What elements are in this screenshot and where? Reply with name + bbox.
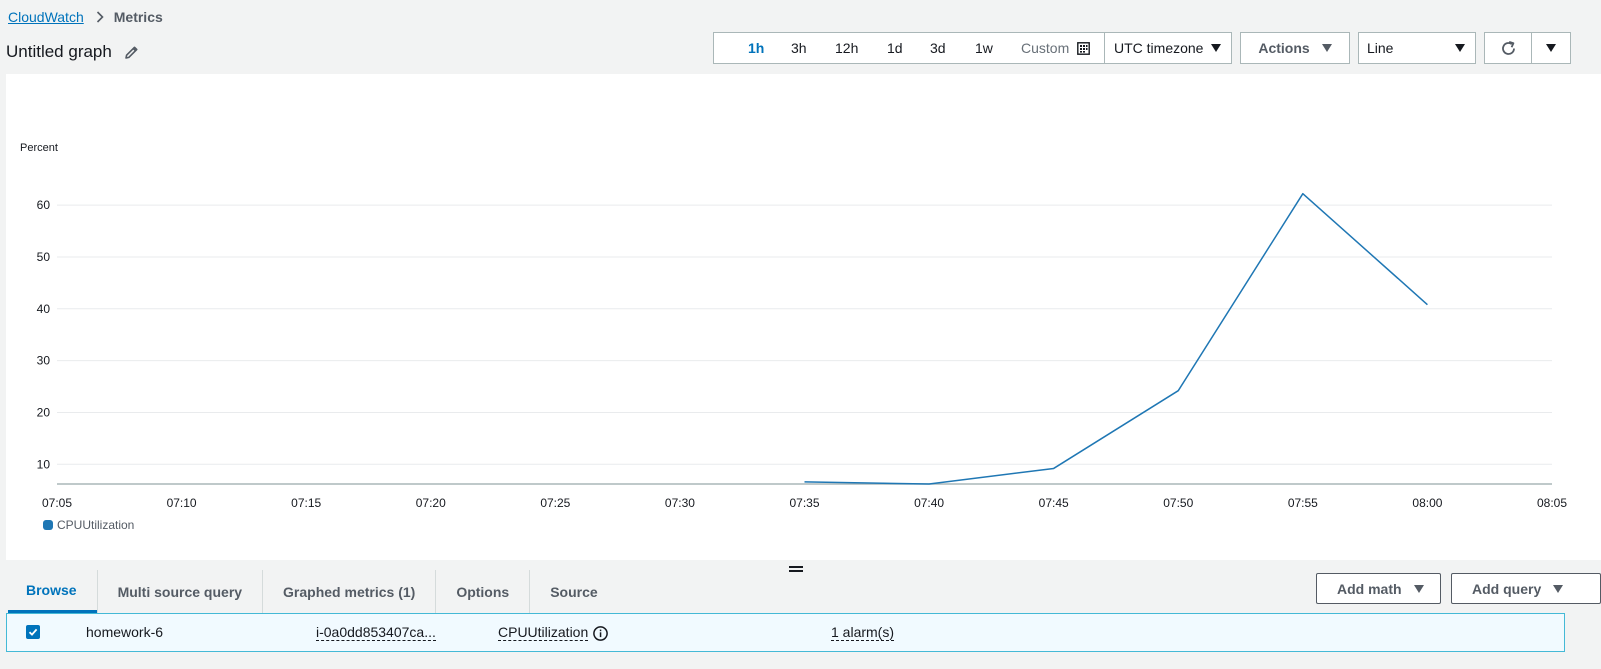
range-1h[interactable]: 1h	[748, 33, 764, 63]
metric-instance-id[interactable]: i-0a0dd853407ca...	[316, 614, 436, 651]
actions-label: Actions	[1258, 40, 1310, 56]
tab-source[interactable]: Source	[529, 570, 617, 613]
line-chart: Percent 10 20 30 40 50 60 07:05 07:10 07:15 07:20 0…	[20, 142, 1567, 510]
caret-down-icon	[1413, 584, 1424, 593]
data-point	[1176, 389, 1180, 393]
x-tick-label: 07:45	[1039, 496, 1069, 510]
refresh-button[interactable]	[1484, 32, 1532, 64]
x-tick-label: 07:20	[416, 496, 446, 510]
range-3d[interactable]: 3d	[930, 33, 946, 63]
caret-down-icon	[1321, 44, 1332, 52]
info-icon[interactable]	[593, 625, 609, 641]
graph-title: Untitled graph	[6, 42, 112, 61]
data-point	[1425, 303, 1429, 307]
y-axis-label: Percent	[20, 142, 58, 154]
chart-legend: CPUUtilization	[43, 518, 134, 532]
chevron-right-icon	[96, 11, 104, 23]
timezone-select[interactable]: UTC timezone	[1104, 32, 1232, 64]
x-tick-label: 07:55	[1288, 496, 1318, 510]
breadcrumb: CloudWatch Metrics	[8, 9, 163, 25]
breadcrumb-cloudwatch-link[interactable]: CloudWatch	[8, 9, 84, 25]
add-math-label: Add math	[1337, 580, 1402, 597]
pencil-icon[interactable]	[124, 45, 139, 60]
range-1d[interactable]: 1d	[887, 33, 903, 63]
timezone-value: UTC timezone	[1114, 40, 1204, 56]
caret-down-icon	[1211, 44, 1221, 52]
legend-swatch	[43, 520, 53, 530]
tab-browse[interactable]: Browse	[8, 570, 97, 613]
y-tick-label: 40	[37, 302, 51, 316]
metric-row: homework-6 i-0a0dd853407ca... CPUUtiliza…	[6, 613, 1565, 652]
bottom-tabs: Browse Multi source query Graphed metric…	[8, 570, 618, 614]
metric-checkbox[interactable]	[26, 625, 40, 639]
metric-alarms[interactable]: 1 alarm(s)	[831, 614, 895, 651]
refresh-options-button[interactable]	[1531, 32, 1571, 64]
x-tick-label: 07:25	[540, 496, 570, 510]
range-custom-label: Custom	[1021, 40, 1070, 56]
data-point	[1301, 192, 1305, 196]
data-point	[927, 482, 931, 486]
tab-options[interactable]: Options	[435, 570, 529, 613]
calendar-icon	[1077, 41, 1091, 55]
series-line-CPUUtilization	[804, 192, 1428, 485]
refresh-icon	[1500, 40, 1517, 57]
chart-type-value: Line	[1367, 40, 1394, 56]
x-tick-label: 07:35	[789, 496, 819, 510]
resize-handle[interactable]	[789, 564, 803, 574]
range-1w[interactable]: 1w	[975, 33, 993, 63]
x-tick-label: 07:50	[1163, 496, 1193, 510]
graph-title-row: Untitled graph	[6, 42, 139, 62]
tab-multi-source-query[interactable]: Multi source query	[96, 570, 262, 613]
x-tick-label: 07:30	[665, 496, 695, 510]
x-tick-label: 07:15	[291, 496, 321, 510]
range-custom[interactable]: Custom	[1021, 33, 1091, 63]
add-math-button[interactable]: Add math	[1316, 573, 1441, 604]
legend-label[interactable]: CPUUtilization	[57, 518, 134, 532]
alarms-text: 1 alarm(s)	[831, 624, 895, 641]
instance-id-text: i-0a0dd853407ca...	[316, 624, 436, 641]
chart-type-select[interactable]: Line	[1358, 32, 1476, 64]
actions-button[interactable]: Actions	[1240, 32, 1350, 64]
metric-name[interactable]: CPUUtilization	[498, 614, 609, 651]
time-range-selector: 1h 3h 12h 1d 3d 1w Custom	[713, 32, 1105, 64]
checkmark-icon	[28, 628, 38, 636]
tab-graphed-metrics[interactable]: Graphed metrics (1)	[262, 570, 435, 613]
range-3h[interactable]: 3h	[791, 33, 807, 63]
y-tick-label: 20	[37, 405, 51, 419]
caret-down-icon	[1553, 584, 1564, 593]
caret-down-icon	[1546, 44, 1556, 52]
x-tick-label: 08:00	[1412, 496, 1442, 510]
x-tick-label: 07:05	[42, 496, 72, 510]
caret-down-icon	[1455, 44, 1465, 52]
metric-label: homework-6	[86, 624, 164, 640]
x-tick-label: 07:40	[914, 496, 944, 510]
y-tick-label: 30	[37, 354, 51, 368]
x-tick-label: 07:10	[167, 496, 197, 510]
y-tick-label: 60	[37, 198, 51, 212]
x-tick-label: 08:05	[1537, 496, 1567, 510]
add-query-button[interactable]: Add query	[1451, 573, 1601, 604]
y-tick-label: 50	[37, 250, 51, 264]
data-point	[1052, 466, 1056, 470]
chart-panel: Percent 10 20 30 40 50 60 07:05 07:10 07:15 07:20 0…	[6, 74, 1601, 560]
range-12h[interactable]: 12h	[835, 33, 858, 63]
y-tick-label: 10	[37, 457, 51, 471]
data-point	[803, 480, 807, 484]
metric-name-text: CPUUtilization	[498, 624, 589, 641]
add-query-label: Add query	[1472, 580, 1542, 597]
breadcrumb-current: Metrics	[113, 9, 163, 25]
